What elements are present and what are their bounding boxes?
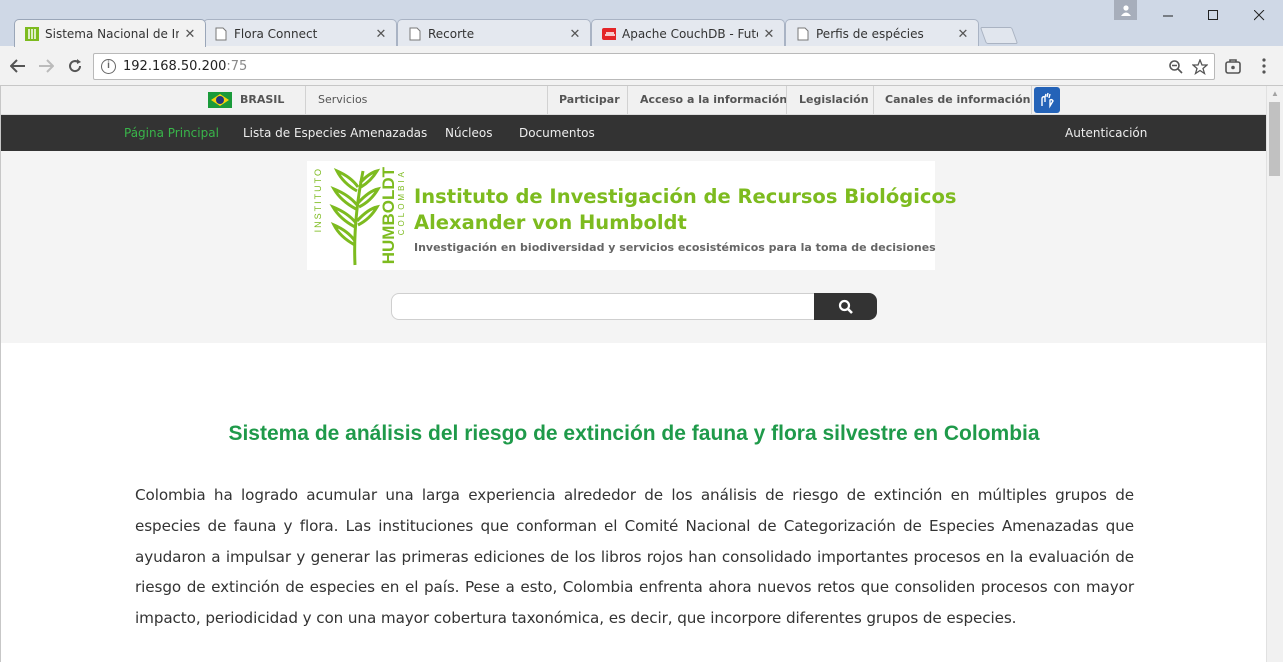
zoom-icon[interactable] — [1167, 58, 1185, 76]
address-bar[interactable]: i 192.168.50.200:75 — [93, 53, 1215, 80]
logo-text-main: HUMBOLDT — [379, 167, 398, 265]
page-icon — [408, 27, 422, 41]
institute-title-line2: Alexander von Humboldt — [414, 211, 687, 234]
search-input[interactable] — [391, 293, 815, 320]
search-icon — [838, 299, 853, 314]
tab-flora-connect[interactable]: Flora Connect ✕ — [203, 19, 397, 47]
menu-pagina-principal[interactable]: Página Principal — [124, 115, 219, 151]
minimize-icon[interactable] — [1145, 0, 1191, 30]
divider — [873, 86, 874, 114]
profile-icon[interactable] — [1114, 0, 1137, 20]
menu-lista-especies[interactable]: Lista de Especies Amenazadas — [243, 115, 427, 151]
gov-link-canales[interactable]: Canales de información — [885, 86, 1030, 114]
main-menu: Página Principal Lista de Especies Amena… — [1, 115, 1266, 151]
extension-icon[interactable] — [1221, 54, 1245, 78]
tab-title: Flora Connect — [234, 26, 318, 41]
institute-banner: INSTITUTO HUMBOLDT COLOMBIA Instituto de… — [307, 161, 956, 270]
scrollbar-thumb[interactable] — [1269, 102, 1280, 176]
tab-perfis-especies[interactable]: Perfis de espécies ✕ — [785, 19, 979, 47]
hero-section: INSTITUTO HUMBOLDT COLOMBIA Instituto de… — [1, 151, 1266, 343]
page-icon — [214, 27, 228, 41]
gov-link-participar[interactable]: Participar — [559, 86, 620, 114]
intro-paragraph: Colombia ha logrado acumular una larga e… — [135, 486, 1134, 628]
gov-link-legislacion[interactable]: Legislación — [799, 86, 869, 114]
divider — [627, 86, 628, 114]
bookmark-star-icon[interactable] — [1191, 58, 1209, 76]
tab-couchdb[interactable]: Apache CouchDB - Futor ✕ — [591, 19, 785, 47]
couchdb-icon — [602, 27, 616, 41]
reload-icon[interactable] — [63, 54, 87, 78]
menu-nucleos[interactable]: Núcleos — [445, 115, 493, 151]
tab-recorte[interactable]: Recorte ✕ — [397, 19, 591, 47]
divider — [547, 86, 548, 114]
gov-country-link[interactable]: BRASIL — [240, 86, 284, 114]
menu-autenticacion[interactable]: Autenticación — [1065, 115, 1147, 151]
info-icon[interactable]: i — [101, 59, 116, 74]
browser-tabstrip: Sistema Nacional de Info ✕ Flora Connect… — [0, 0, 1283, 47]
tab-title: Recorte — [428, 26, 475, 41]
close-tab-icon[interactable]: ✕ — [374, 26, 388, 41]
search-button[interactable] — [814, 293, 877, 320]
close-tab-icon[interactable]: ✕ — [956, 26, 970, 41]
tab-title: Sistema Nacional de Info — [45, 26, 179, 41]
institute-subtitle: Investigación en biodiversidad y servici… — [414, 241, 936, 254]
forward-icon[interactable] — [34, 54, 58, 78]
divider — [786, 86, 787, 114]
page-icon — [796, 27, 810, 41]
tab-title: Apache CouchDB - Futor — [622, 26, 758, 41]
accessibility-sign-language-icon[interactable] — [1034, 87, 1060, 113]
divider — [305, 86, 306, 114]
browser-toolbar: i 192.168.50.200:75 — [0, 46, 1283, 86]
close-tab-icon[interactable]: ✕ — [568, 26, 582, 41]
page-viewport: BRASIL Servicios Participar Acceso a la … — [0, 86, 1266, 662]
new-tab-button[interactable] — [979, 27, 1019, 44]
menu-dots-icon[interactable] — [1252, 54, 1276, 78]
logo-text-top: INSTITUTO — [313, 167, 323, 233]
close-tab-icon[interactable]: ✕ — [762, 26, 776, 41]
close-window-icon[interactable] — [1236, 0, 1282, 30]
scroll-up-icon[interactable]: ▲ — [1267, 86, 1283, 101]
page-scrollbar[interactable]: ▲ — [1266, 86, 1283, 662]
page-title: Sistema de análisis del riesgo de extinc… — [228, 422, 1040, 445]
url-text[interactable]: 192.168.50.200:75 — [123, 59, 247, 74]
brazil-flag-icon — [208, 92, 232, 108]
tab-sistema-nacional[interactable]: Sistema Nacional de Info ✕ — [14, 19, 206, 47]
humboldt-icon — [25, 26, 39, 41]
government-bar: BRASIL Servicios Participar Acceso a la … — [1, 86, 1266, 115]
maximize-icon[interactable] — [1190, 0, 1236, 30]
back-icon[interactable] — [6, 54, 30, 78]
close-tab-icon[interactable]: ✕ — [183, 26, 197, 41]
institute-title-line1: Instituto de Investigación de Recursos B… — [414, 185, 957, 208]
gov-link-servicios[interactable]: Servicios — [318, 86, 367, 114]
tab-title: Perfis de espécies — [816, 26, 924, 41]
menu-documentos[interactable]: Documentos — [519, 115, 595, 151]
humboldt-logo: INSTITUTO HUMBOLDT COLOMBIA — [307, 161, 407, 270]
divider — [1031, 86, 1032, 114]
logo-text-bottom: COLOMBIA — [397, 169, 406, 236]
gov-link-acceso[interactable]: Acceso a la información — [640, 86, 787, 114]
search-bar — [391, 293, 877, 320]
